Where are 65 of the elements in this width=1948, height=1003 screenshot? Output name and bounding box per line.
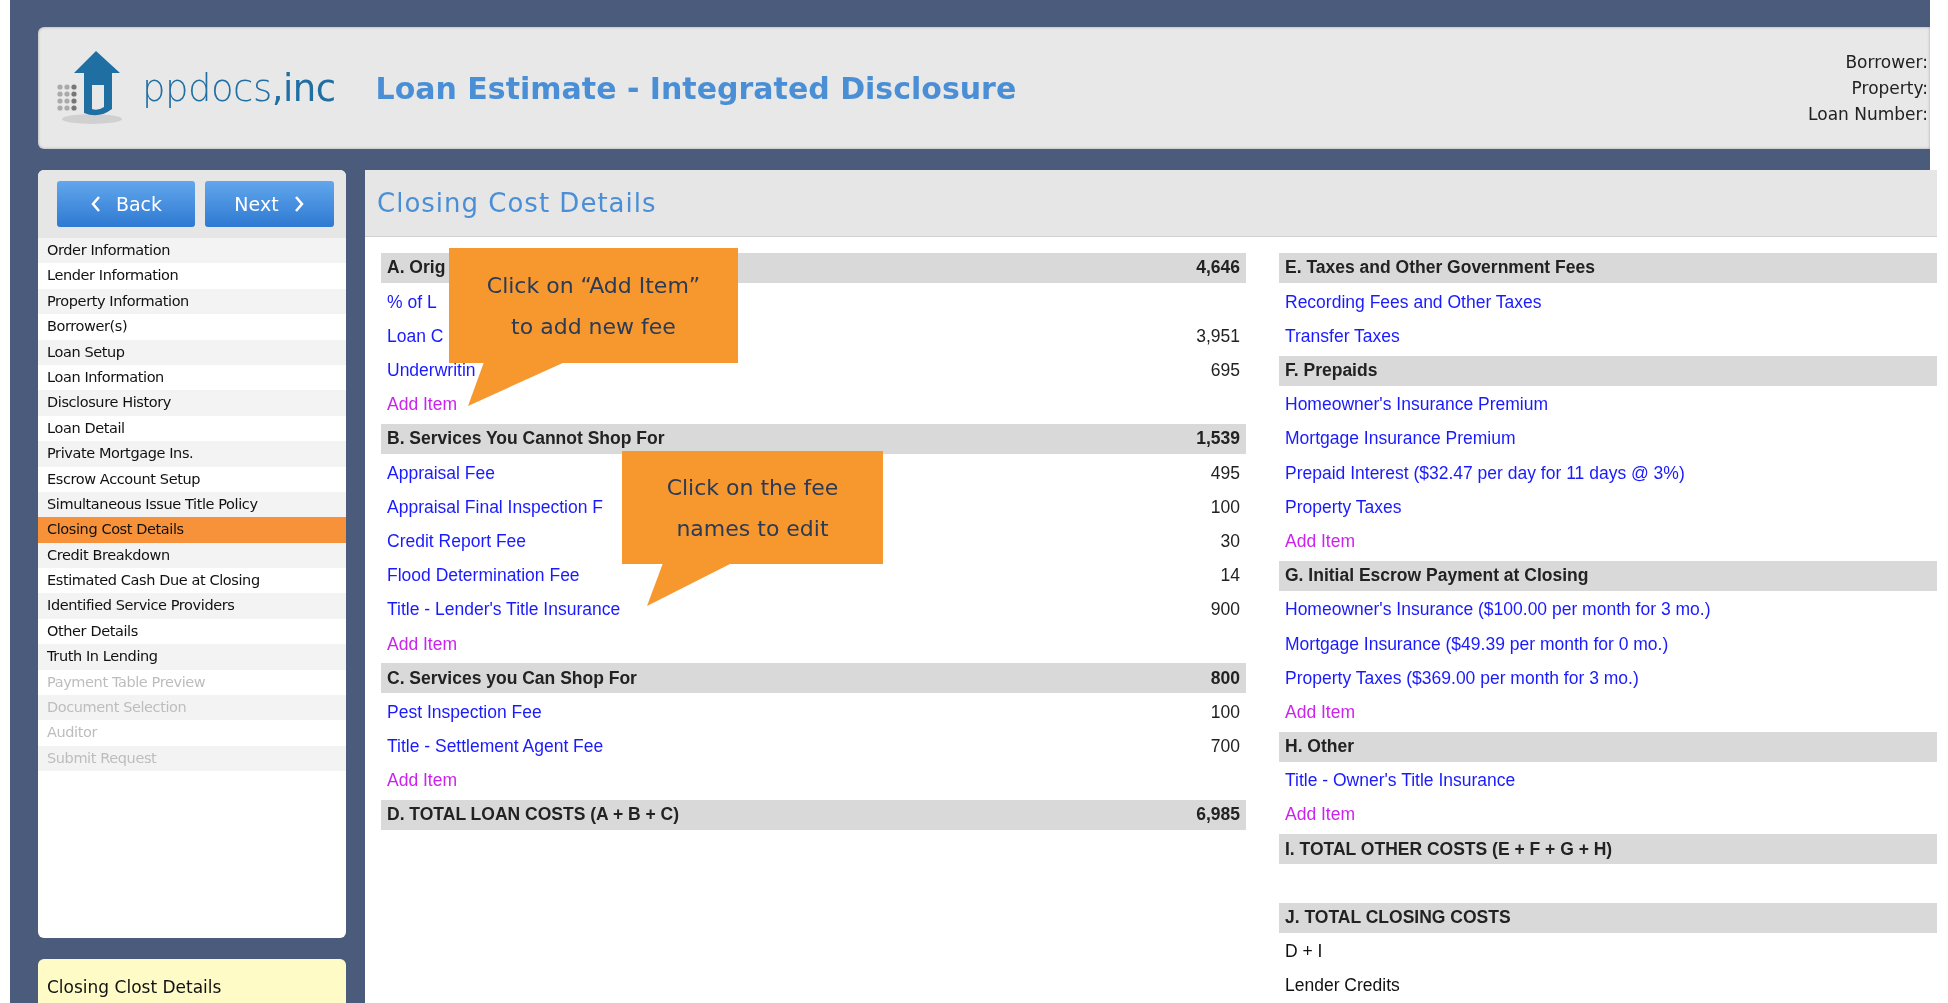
info-label: Loan Number:: [1808, 104, 1928, 124]
sidebar-item[interactable]: Loan Setup: [38, 339, 346, 365]
chevron-left-icon: [89, 195, 102, 213]
fee-link[interactable]: Title - Lender's Title Insurance: [381, 599, 621, 621]
sidebar-item[interactable]: Truth In Lending: [38, 644, 346, 670]
sidebar-item[interactable]: Private Mortgage Ins.: [38, 441, 346, 467]
fee-amount: 700: [1210, 736, 1241, 758]
section-header: C. Services you Can Shop For 800: [381, 663, 1246, 694]
fee-link[interactable]: Homeowner's Insurance Premium: [1279, 394, 1549, 416]
section-header: B. Services You Cannot Shop For 1,539: [381, 423, 1246, 454]
app-title: Loan Estimate - Integrated Disclosure: [375, 70, 1018, 106]
fee-link[interactable]: Title - Owner's Title Insurance: [1279, 770, 1516, 792]
sidebar-item[interactable]: Closing Cost Details: [38, 517, 346, 543]
sidebar-item[interactable]: Property Information: [38, 288, 346, 315]
info-label: Borrower:: [1845, 52, 1928, 72]
section-header: G. Initial Escrow Payment at Closing: [1279, 560, 1937, 591]
fee-link[interactable]: Underwritin: [381, 360, 476, 382]
add-item-link[interactable]: Add Item: [1279, 804, 1356, 826]
section-header: I. TOTAL OTHER COSTS (E + F + G + H): [1279, 834, 1937, 865]
sidebar-item[interactable]: Identified Service Providers: [38, 593, 346, 619]
sidebar-item[interactable]: Credit Breakdown: [38, 542, 346, 569]
add-item-link[interactable]: Add Item: [381, 633, 458, 655]
section-header: J. TOTAL CLOSING COSTS: [1279, 902, 1937, 933]
section-header: H. Other: [1279, 731, 1937, 762]
fee-amount: 100: [1210, 701, 1241, 723]
fee-link[interactable]: Prepaid Interest ($32.47 per day for 11 days @ 3%): [1279, 462, 1685, 484]
fee-link[interactable]: Appraisal Fee: [381, 462, 495, 484]
fee-link[interactable]: Pest Inspection Fee: [381, 701, 542, 723]
add-item-link[interactable]: Add Item: [1279, 701, 1356, 723]
row-label: Lender Credits: [1284, 975, 1400, 997]
fee-link[interactable]: Flood Determination Fee: [381, 565, 580, 587]
section-header: F. Prepaids: [1279, 355, 1937, 386]
fee-amount: 3,951: [1196, 325, 1241, 347]
fee-amount: 900: [1210, 599, 1241, 621]
fee-link[interactable]: Mortgage Insurance Premium: [1279, 428, 1516, 450]
info-label: Property:: [1851, 78, 1928, 98]
fee-amount: 695: [1210, 360, 1241, 382]
fee-amount: 100: [1210, 496, 1241, 518]
fee-link[interactable]: Appraisal Final Inspection F: [381, 496, 603, 518]
fee-link[interactable]: Property Taxes: [1279, 496, 1402, 518]
section-header: E. Taxes and Other Government Fees: [1279, 252, 1937, 283]
sidebar-item[interactable]: Simultaneous Issue Title Policy: [38, 491, 346, 518]
logo-text: ppdocs,inc: [142, 66, 336, 110]
section-header: D. TOTAL LOAN COSTS (A + B + C) 6,985: [381, 799, 1246, 830]
fee-amount: 14: [1220, 565, 1241, 587]
page-title: Closing Cost Details: [377, 187, 657, 218]
fee-amount: 30: [1220, 530, 1241, 552]
sidebar-item[interactable]: Disclosure History: [38, 390, 346, 416]
help-panel: Closing Clost Details: [38, 959, 346, 1003]
fee-link[interactable]: Loan C: [381, 325, 444, 347]
fee-link[interactable]: Transfer Taxes: [1279, 325, 1400, 347]
row-label: D + I: [1284, 941, 1323, 963]
fee-link[interactable]: Mortgage Insurance ($49.39 per month for 0 mo.): [1279, 633, 1669, 655]
fee-link[interactable]: Title - Settlement Agent Fee: [381, 736, 604, 758]
add-item-link[interactable]: Add Item: [381, 394, 458, 416]
add-item-link[interactable]: Add Item: [1279, 530, 1356, 552]
fee-amount: 495: [1210, 462, 1241, 484]
fee-link[interactable]: Recording Fees and Other Taxes: [1279, 291, 1542, 313]
add-item-link[interactable]: Add Item: [381, 770, 458, 792]
chevron-right-icon: [292, 195, 305, 213]
fee-link[interactable]: Homeowner's Insurance ($100.00 per month for 3 mo.): [1279, 599, 1711, 621]
sidebar-item[interactable]: Order Information: [38, 238, 346, 264]
fee-link[interactable]: Property Taxes ($369.00 per month for 3 mo.): [1279, 667, 1639, 689]
fee-link[interactable]: Credit Report Fee: [381, 530, 527, 552]
fee-link[interactable]: % of L: [381, 291, 437, 313]
